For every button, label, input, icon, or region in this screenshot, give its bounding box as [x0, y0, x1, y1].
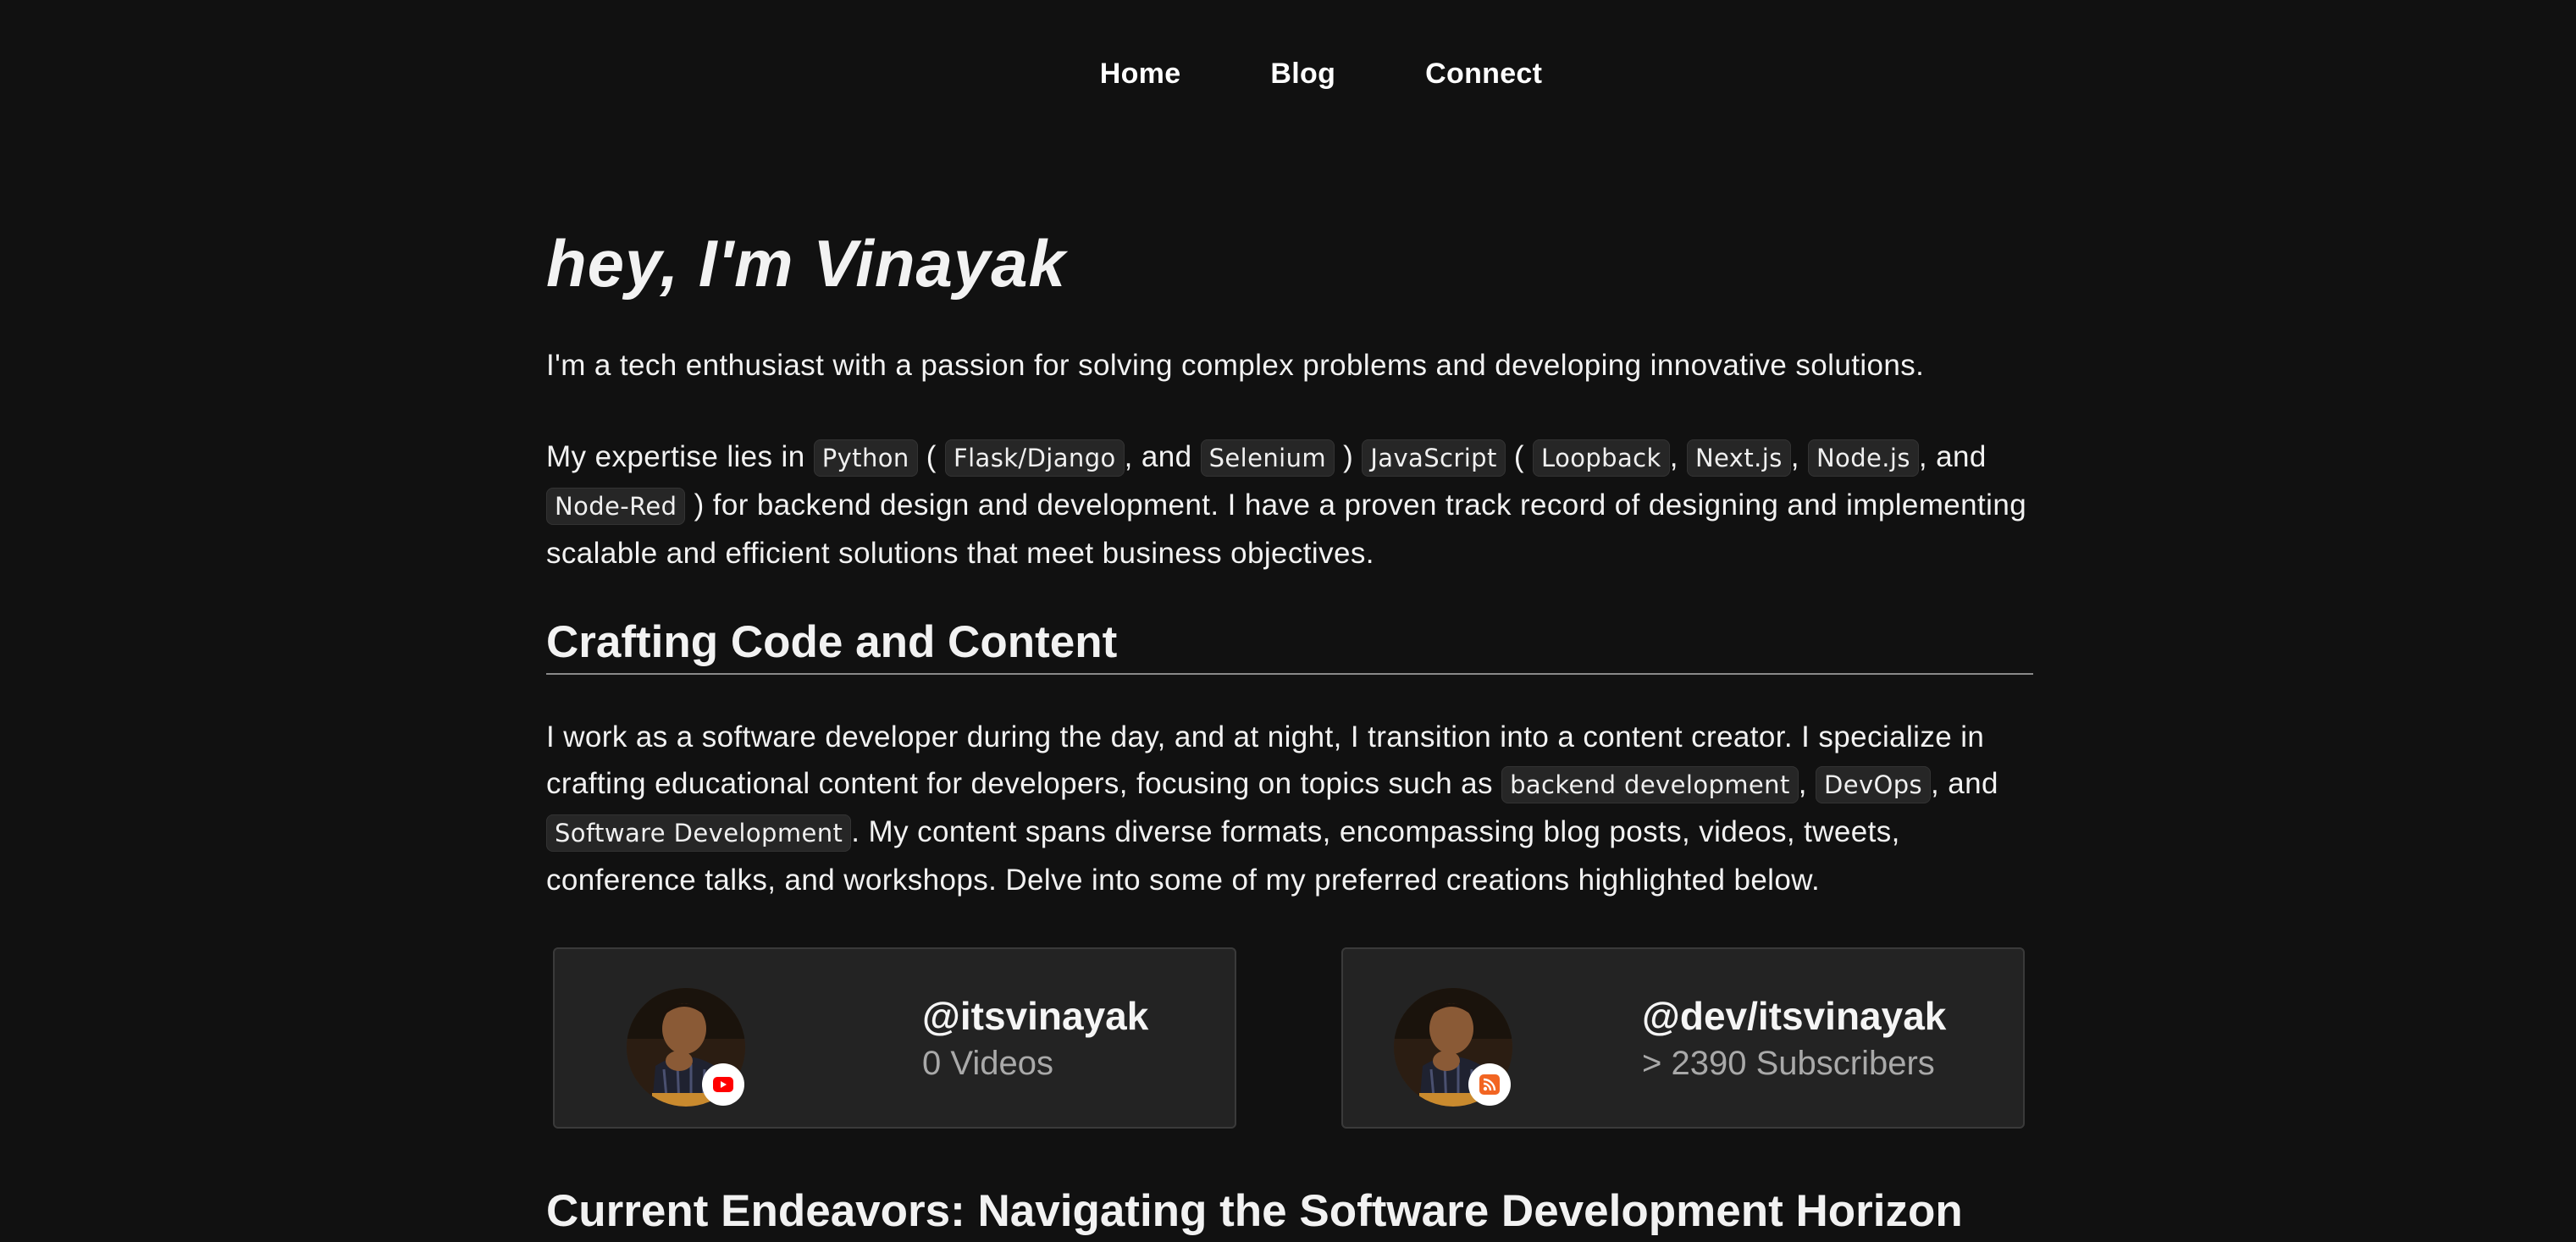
blog-handle[interactable]: @dev/itsvinayak	[1642, 993, 1946, 1039]
rss-icon	[1468, 1063, 1511, 1106]
tag-javascript: JavaScript	[1362, 439, 1506, 477]
tag-devops: DevOps	[1815, 766, 1932, 803]
section-title-crafting: Crafting Code and Content	[546, 616, 2033, 675]
tag-loopback: Loopback	[1533, 439, 1670, 477]
youtube-channel-card[interactable]: @itsvinayak 0 Videos	[553, 947, 1236, 1129]
expertise-paragraph: My expertise lies in Python ( Flask/Djan…	[546, 439, 2027, 570]
section-title-endeavors: Current Endeavors: Navigating the Softwa…	[546, 1186, 1963, 1236]
tag-nodejs: Node.js	[1807, 439, 1919, 477]
nav-home-link[interactable]: Home	[1100, 58, 1181, 91]
intro-paragraph: I'm a tech enthusiast with a passion for…	[546, 349, 1925, 382]
hero-title: hey, I'm Vinayak	[546, 226, 1067, 301]
tag-software-development: Software Development	[546, 814, 852, 852]
tag-selenium: Selenium	[1200, 439, 1335, 477]
top-nav: Home Blog Connect	[0, 58, 2576, 91]
nav-connect-link[interactable]: Connect	[1425, 58, 1542, 91]
tag-backend-development: backend development	[1501, 766, 1799, 803]
crafting-paragraph: I work as a software developer during th…	[546, 720, 1998, 897]
tag-python: Python	[813, 439, 918, 477]
youtube-icon	[702, 1063, 744, 1106]
tag-flask-django: Flask/Django	[944, 439, 1125, 477]
tag-node-red: Node-Red	[546, 488, 686, 525]
tag-nextjs: Next.js	[1686, 439, 1791, 477]
nav-blog-link[interactable]: Blog	[1270, 58, 1335, 91]
blog-stat: > 2390 Subscribers	[1642, 1045, 1935, 1082]
blog-feed-card[interactable]: @dev/itsvinayak > 2390 Subscribers	[1341, 947, 2025, 1129]
channel-handle[interactable]: @itsvinayak	[922, 993, 1148, 1039]
channel-stat: 0 Videos	[922, 1045, 1053, 1082]
